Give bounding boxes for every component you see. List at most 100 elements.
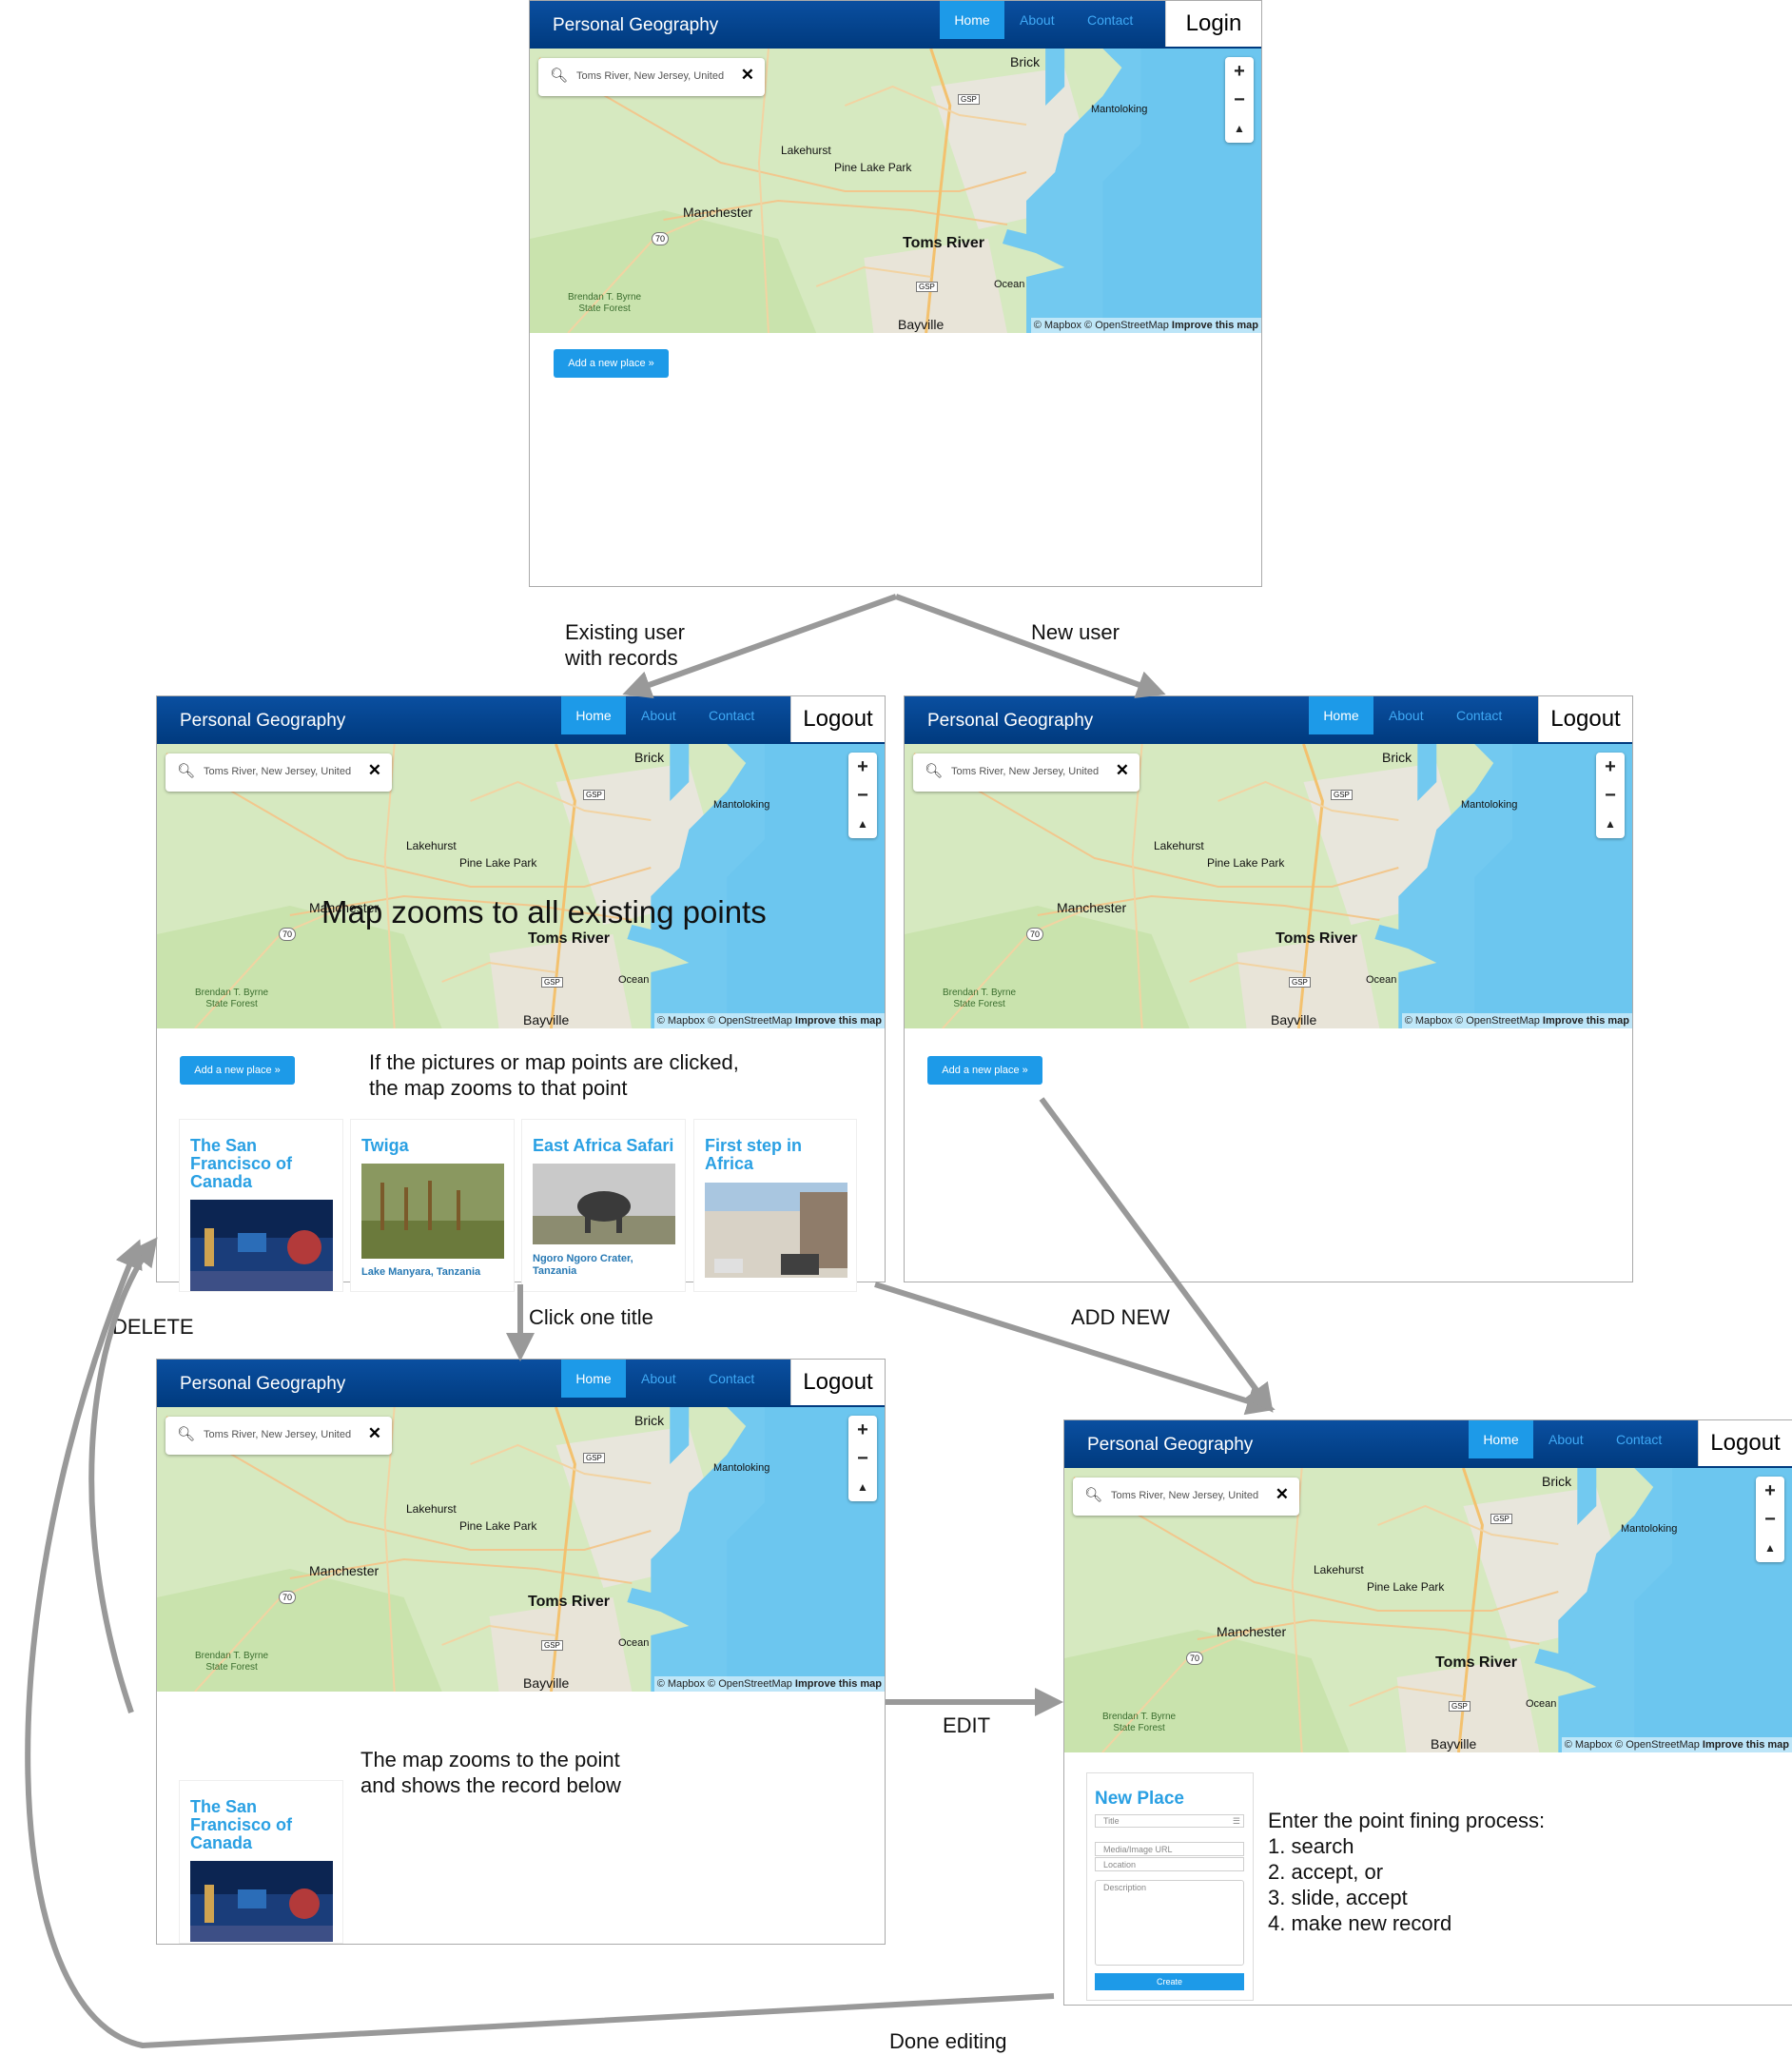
compass-icon[interactable]: ▲ bbox=[1225, 114, 1254, 143]
logout-button[interactable]: Logout bbox=[790, 696, 885, 742]
card-image[interactable] bbox=[705, 1183, 847, 1278]
attribution-text[interactable]: © Mapbox © OpenStreetMap bbox=[657, 1678, 792, 1690]
nav-about-link[interactable]: About bbox=[1389, 708, 1424, 723]
title-field[interactable]: Title ☰ bbox=[1095, 1814, 1244, 1828]
map-attribution[interactable]: © Mapbox © OpenStreetMap Improve this ma… bbox=[1030, 318, 1261, 333]
add-place-button[interactable]: Add a new place » bbox=[927, 1056, 1042, 1085]
compass-icon[interactable]: ▲ bbox=[1596, 810, 1625, 838]
description-field[interactable]: Description bbox=[1095, 1880, 1244, 1966]
zoom-in-button[interactable]: + bbox=[848, 1416, 877, 1444]
map-attribution[interactable]: © Mapbox © OpenStreetMap Improve this ma… bbox=[1401, 1013, 1632, 1028]
nav-contact-link[interactable]: Contact bbox=[1087, 12, 1133, 28]
clear-icon[interactable]: ✕ bbox=[368, 761, 381, 780]
nav-contact-link[interactable]: Contact bbox=[1616, 1432, 1662, 1447]
improve-map-link[interactable]: Improve this map bbox=[795, 1678, 882, 1690]
nav-about-link[interactable]: About bbox=[1549, 1432, 1584, 1447]
brand-title[interactable]: Personal Geography bbox=[927, 711, 1093, 732]
attribution-text[interactable]: © Mapbox © OpenStreetMap bbox=[1405, 1015, 1540, 1027]
card-title[interactable]: First step in Africa bbox=[705, 1137, 809, 1173]
nav-home-tab[interactable]: Home bbox=[561, 696, 626, 734]
place-card[interactable]: First step in Africa bbox=[693, 1119, 857, 1292]
card-image[interactable] bbox=[361, 1164, 504, 1259]
nav-home-tab[interactable]: Home bbox=[1469, 1420, 1533, 1458]
card-title[interactable]: East Africa Safari bbox=[533, 1137, 673, 1155]
map[interactable]: 🔍︎ Toms River, New Jersey, United ✕ + − … bbox=[530, 49, 1261, 333]
card-image[interactable] bbox=[533, 1164, 675, 1259]
nav-home-tab[interactable]: Home bbox=[561, 1360, 626, 1398]
map[interactable]: 🔍︎ Toms River, New Jersey, United ✕ + − … bbox=[157, 744, 885, 1028]
map-search-box[interactable]: 🔍︎ Toms River, New Jersey, United ✕ bbox=[1073, 1478, 1299, 1516]
attribution-text[interactable]: © Mapbox © OpenStreetMap bbox=[657, 1015, 792, 1027]
zoom-in-button[interactable]: + bbox=[1756, 1477, 1784, 1505]
map[interactable]: 🔍︎ Toms River, New Jersey, United ✕ + − … bbox=[1064, 1468, 1792, 1752]
compass-icon[interactable]: ▲ bbox=[848, 810, 877, 838]
zoom-in-button[interactable]: + bbox=[1596, 753, 1625, 781]
nav-about-link[interactable]: About bbox=[1020, 12, 1055, 28]
brand-title[interactable]: Personal Geography bbox=[180, 711, 345, 732]
place-card[interactable]: Twiga Lake Manyara, Tanzania bbox=[350, 1119, 515, 1292]
map-search-box[interactable]: 🔍︎ Toms River, New Jersey, United ✕ bbox=[166, 1417, 392, 1455]
place-card[interactable]: The San Francisco of Canada bbox=[179, 1780, 343, 1944]
add-place-button[interactable]: Add a new place » bbox=[180, 1056, 295, 1085]
nav-home-tab[interactable]: Home bbox=[1309, 696, 1373, 734]
map-attribution[interactable]: © Mapbox © OpenStreetMap Improve this ma… bbox=[653, 1676, 885, 1692]
clear-icon[interactable]: ✕ bbox=[1116, 761, 1129, 780]
zoom-out-button[interactable]: − bbox=[848, 781, 877, 810]
card-title[interactable]: The San Francisco of Canada bbox=[190, 1137, 333, 1191]
location-field[interactable]: Location bbox=[1095, 1857, 1244, 1871]
media-url-field[interactable]: Media/Image URL bbox=[1095, 1842, 1244, 1856]
search-input[interactable]: Toms River, New Jersey, United bbox=[951, 766, 1099, 777]
map-search-box[interactable]: 🔍︎ Toms River, New Jersey, United ✕ bbox=[913, 754, 1139, 792]
clear-icon[interactable]: ✕ bbox=[1276, 1485, 1289, 1504]
place-card[interactable]: The San Francisco of Canada bbox=[179, 1119, 343, 1292]
zoom-in-button[interactable]: + bbox=[848, 753, 877, 781]
improve-map-link[interactable]: Improve this map bbox=[795, 1015, 882, 1027]
map-search-box[interactable]: 🔍︎ Toms River, New Jersey, United ✕ bbox=[538, 58, 765, 96]
logout-button[interactable]: Logout bbox=[790, 1360, 885, 1405]
improve-map-link[interactable]: Improve this map bbox=[1703, 1739, 1789, 1751]
search-input[interactable]: Toms River, New Jersey, United bbox=[576, 70, 724, 82]
nav-about-link[interactable]: About bbox=[641, 1371, 676, 1386]
create-button[interactable]: Create bbox=[1095, 1973, 1244, 1990]
brand-title[interactable]: Personal Geography bbox=[1087, 1435, 1253, 1456]
nav-home-tab[interactable]: Home bbox=[940, 1, 1004, 39]
card-image[interactable] bbox=[190, 1200, 333, 1292]
zoom-in-button[interactable]: + bbox=[1225, 57, 1254, 86]
login-button[interactable]: Login bbox=[1165, 1, 1261, 47]
search-input[interactable]: Toms River, New Jersey, United bbox=[1111, 1490, 1258, 1501]
map-attribution[interactable]: © Mapbox © OpenStreetMap Improve this ma… bbox=[1561, 1737, 1792, 1752]
brand-title[interactable]: Personal Geography bbox=[553, 15, 718, 36]
search-input[interactable]: Toms River, New Jersey, United bbox=[204, 1429, 351, 1440]
place-mantoloking: Mantoloking bbox=[1091, 104, 1148, 115]
improve-map-link[interactable]: Improve this map bbox=[1543, 1015, 1629, 1027]
clear-icon[interactable]: ✕ bbox=[741, 66, 754, 85]
map-attribution[interactable]: © Mapbox © OpenStreetMap Improve this ma… bbox=[653, 1013, 885, 1028]
brand-title[interactable]: Personal Geography bbox=[180, 1374, 345, 1395]
card-title[interactable]: Twiga bbox=[361, 1137, 409, 1155]
search-input[interactable]: Toms River, New Jersey, United bbox=[204, 766, 351, 777]
zoom-out-button[interactable]: − bbox=[1225, 86, 1254, 114]
nav-contact-link[interactable]: Contact bbox=[709, 1371, 754, 1386]
map-search-box[interactable]: 🔍︎ Toms River, New Jersey, United ✕ bbox=[166, 754, 392, 792]
improve-map-link[interactable]: Improve this map bbox=[1172, 320, 1258, 331]
logout-button[interactable]: Logout bbox=[1698, 1420, 1792, 1466]
zoom-out-button[interactable]: − bbox=[1596, 781, 1625, 810]
card-title[interactable]: The San Francisco of Canada bbox=[190, 1798, 333, 1852]
logout-button[interactable]: Logout bbox=[1538, 696, 1632, 742]
map[interactable]: 🔍︎ Toms River, New Jersey, United ✕ + − … bbox=[905, 744, 1632, 1028]
zoom-controls: + − ▲ bbox=[1596, 753, 1625, 838]
attribution-text[interactable]: © Mapbox © OpenStreetMap bbox=[1034, 320, 1169, 331]
nav-about-link[interactable]: About bbox=[641, 708, 676, 723]
map[interactable]: 🔍︎ Toms River, New Jersey, United ✕ + − … bbox=[157, 1407, 885, 1692]
zoom-out-button[interactable]: − bbox=[1756, 1505, 1784, 1534]
clear-icon[interactable]: ✕ bbox=[368, 1424, 381, 1443]
card-image[interactable] bbox=[190, 1861, 333, 1944]
attribution-text[interactable]: © Mapbox © OpenStreetMap bbox=[1565, 1739, 1700, 1751]
add-place-button[interactable]: Add a new place » bbox=[554, 349, 669, 378]
zoom-out-button[interactable]: − bbox=[848, 1444, 877, 1473]
compass-icon[interactable]: ▲ bbox=[848, 1473, 877, 1501]
nav-contact-link[interactable]: Contact bbox=[1456, 708, 1502, 723]
compass-icon[interactable]: ▲ bbox=[1756, 1534, 1784, 1562]
nav-contact-link[interactable]: Contact bbox=[709, 708, 754, 723]
place-card[interactable]: East Africa Safari Ngoro Ngoro Crater, T… bbox=[521, 1119, 686, 1292]
